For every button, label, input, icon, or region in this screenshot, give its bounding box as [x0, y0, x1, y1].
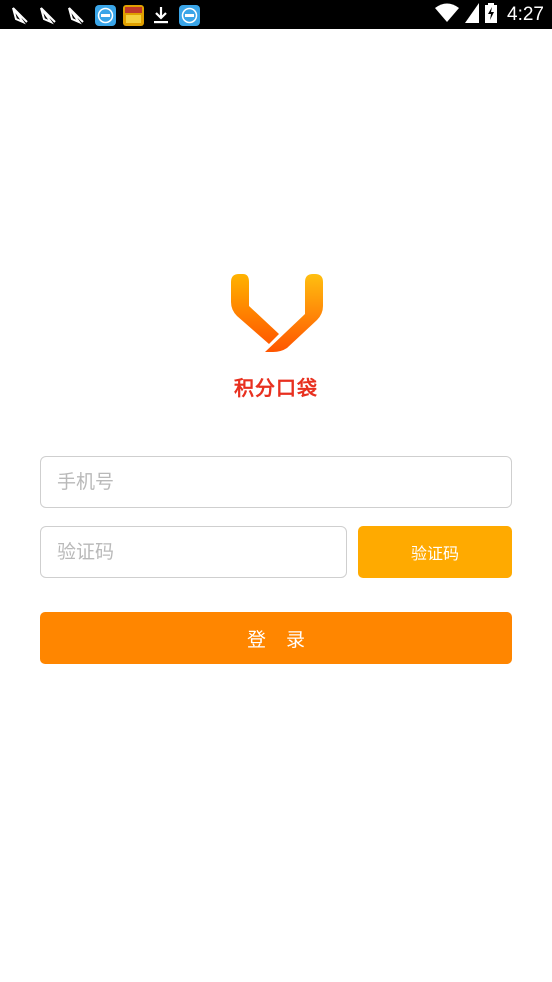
status-icons-right: 4:27 [435, 2, 544, 27]
notification-icon [66, 4, 88, 26]
fox-browser-icon [178, 4, 200, 26]
wifi-icon [435, 3, 460, 27]
download-icon [150, 4, 172, 26]
phone-field[interactable] [40, 456, 512, 508]
status-time: 4:27 [507, 3, 544, 25]
notification-icon [38, 4, 60, 26]
fox-browser-icon [94, 4, 116, 26]
code-input[interactable] [41, 527, 346, 577]
status-icons-left [10, 4, 200, 26]
game-icon [122, 4, 144, 26]
battery-charging-icon [485, 2, 498, 27]
app-logo [229, 272, 325, 356]
notification-icon [10, 4, 32, 26]
status-bar: 4:27 [0, 0, 552, 29]
code-field[interactable] [40, 526, 347, 578]
phone-input[interactable] [41, 457, 511, 507]
signal-icon [465, 2, 480, 27]
app-name: 积分口袋 [234, 376, 318, 400]
get-code-button[interactable]: 验证码 [358, 526, 512, 578]
login-button[interactable]: 登录 [40, 612, 512, 664]
